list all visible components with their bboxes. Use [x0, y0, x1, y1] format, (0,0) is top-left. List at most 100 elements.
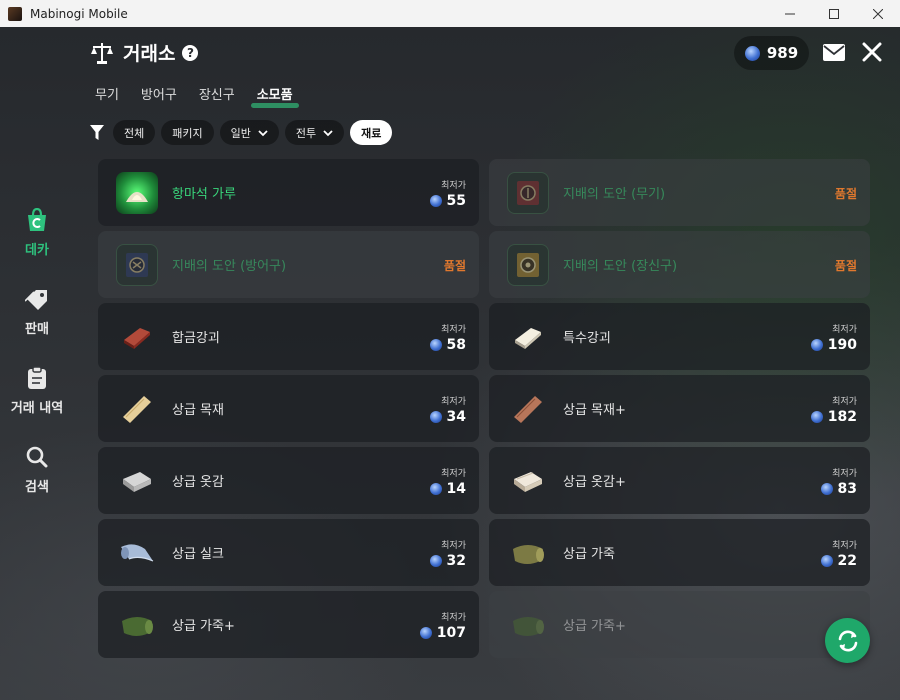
window-titlebar: Mabinogi Mobile [0, 0, 900, 27]
chip-label: 재료 [361, 126, 382, 140]
refresh-button[interactable] [825, 618, 870, 663]
filter-chip-combat[interactable]: 전투 [284, 120, 345, 145]
item-name: 상급 옷감+ [563, 475, 626, 490]
sidebar-item-label: 검색 [25, 480, 49, 495]
blueprint-accessory-icon [507, 243, 549, 286]
soldout-label: 품절 [443, 259, 466, 273]
chip-label: 전체 [124, 126, 145, 140]
price-box: 최저가 14 [429, 466, 466, 497]
item-card[interactable]: 상급 가죽+ [489, 591, 870, 658]
item-card[interactable]: 상급 가죽 최저가 22 [489, 519, 870, 586]
item-name: 지배의 도안 (무기) [563, 187, 666, 202]
price-box: 최저가 107 [419, 610, 466, 641]
leather-plus-icon [116, 604, 158, 646]
filter-chip-material[interactable]: 재료 [350, 120, 393, 145]
app-icon [8, 6, 22, 21]
sidebar: 데카 판매 거래 내역 검색 [0, 207, 74, 523]
item-price: 83 [837, 481, 857, 497]
item-card[interactable]: 상급 옷감 최저가 14 [98, 447, 479, 514]
item-card[interactable]: 지배의 도안 (무기) 품절 [489, 159, 870, 226]
filter-icon [90, 124, 104, 141]
tab-armor[interactable]: 방어구 [141, 84, 177, 107]
filter-chip-all[interactable]: 전체 [113, 120, 156, 145]
category-tabs: 무기 방어구 장신구 소모품 [95, 84, 315, 108]
chip-label: 전투 [295, 126, 317, 140]
price-label: 최저가 [441, 181, 466, 191]
item-name: 항마석 가루 [172, 187, 236, 202]
currency-amount: 989 [766, 44, 799, 62]
item-card[interactable]: 지배의 도안 (장신구) 품절 [489, 231, 870, 298]
item-price: 14 [446, 481, 466, 497]
coin-icon [419, 627, 432, 639]
price-box: 최저가 83 [820, 466, 857, 497]
item-card[interactable]: 항마석 가루 최저가 55 [98, 159, 479, 226]
special-ingot-icon [507, 316, 549, 358]
item-card[interactable]: 합금강괴 최저가 58 [98, 303, 479, 370]
coin-icon [429, 339, 442, 351]
help-icon[interactable]: ? [182, 44, 199, 61]
price-box: 최저가 182 [810, 394, 857, 425]
item-price: 107 [436, 625, 466, 641]
coin-icon [810, 339, 823, 351]
tab-weapon[interactable]: 무기 [95, 84, 119, 107]
exchange-screen: 데카 판매 거래 내역 검색 거래소 ? 989 무기 방어구 장신구 소모품 … [0, 27, 900, 700]
item-card[interactable]: 상급 가죽+ 최저가 107 [98, 591, 479, 658]
sidebar-item-search[interactable]: 검색 [0, 444, 74, 495]
item-name: 지배의 도안 (방어구) [172, 259, 287, 274]
sidebar-item-deka[interactable]: 데카 [0, 207, 74, 258]
item-name: 상급 옷감 [172, 475, 224, 490]
chevron-down-icon [323, 129, 333, 136]
item-card[interactable]: 특수강괴 최저가 190 [489, 303, 870, 370]
shopping-bag-icon [24, 207, 50, 233]
item-card[interactable]: 상급 옷감+ 최저가 83 [489, 447, 870, 514]
item-name: 상급 가죽+ [172, 619, 235, 634]
tab-accessory[interactable]: 장신구 [199, 84, 235, 107]
item-card[interactable]: 지배의 도안 (방어구) 품절 [98, 231, 479, 298]
price-label: 최저가 [832, 469, 857, 479]
alloy-ingot-icon [116, 316, 158, 358]
cloth-icon [116, 460, 158, 502]
coin-icon [429, 483, 442, 495]
close-icon[interactable] [862, 42, 882, 62]
sidebar-item-label: 판매 [25, 322, 49, 337]
item-name: 상급 목재 [172, 403, 224, 418]
minimize-button[interactable] [768, 0, 812, 27]
wood-plank-plus-icon [507, 388, 549, 430]
coin-icon [820, 555, 833, 567]
coin-icon [744, 45, 760, 61]
filter-chip-general[interactable]: 일반 [219, 120, 279, 145]
tag-icon [24, 286, 50, 312]
search-icon [24, 444, 50, 470]
price-box: 최저가 190 [810, 322, 857, 353]
coin-icon [810, 411, 823, 423]
item-name: 상급 목재+ [563, 403, 626, 418]
mail-icon[interactable] [823, 44, 845, 61]
item-card[interactable]: 상급 목재+ 최저가 182 [489, 375, 870, 442]
item-name: 상급 실크 [172, 547, 224, 562]
soldout-label: 품절 [834, 187, 857, 201]
chip-label: 일반 [230, 126, 251, 140]
item-card[interactable]: 상급 목재 최저가 34 [98, 375, 479, 442]
cloth-plus-icon [507, 460, 549, 502]
silk-icon [116, 532, 158, 574]
sidebar-item-sell[interactable]: 판매 [0, 286, 74, 337]
item-card[interactable]: 상급 실크 최저가 32 [98, 519, 479, 586]
page-title: 거래소 [123, 43, 176, 65]
filter-bar: 전체 패키지 일반 전투 재료 [90, 120, 398, 145]
coin-icon [429, 555, 442, 567]
window-title: Mabinogi Mobile [30, 6, 128, 21]
item-name: 합금강괴 [172, 331, 220, 346]
maximize-button[interactable] [812, 0, 856, 27]
price-label: 최저가 [832, 397, 857, 407]
scale-icon [90, 41, 114, 65]
price-box: 최저가 58 [429, 322, 466, 353]
item-name: 상급 가죽+ [563, 619, 626, 634]
tab-consumable[interactable]: 소모품 [250, 84, 299, 108]
window-close-button[interactable] [856, 0, 900, 27]
blueprint-weapon-icon [507, 171, 549, 214]
item-price: 55 [446, 193, 466, 209]
filter-chip-package[interactable]: 패키지 [161, 120, 214, 145]
price-box: 최저가 32 [429, 538, 466, 569]
price-label: 최저가 [441, 469, 466, 479]
sidebar-item-history[interactable]: 거래 내역 [0, 365, 74, 416]
